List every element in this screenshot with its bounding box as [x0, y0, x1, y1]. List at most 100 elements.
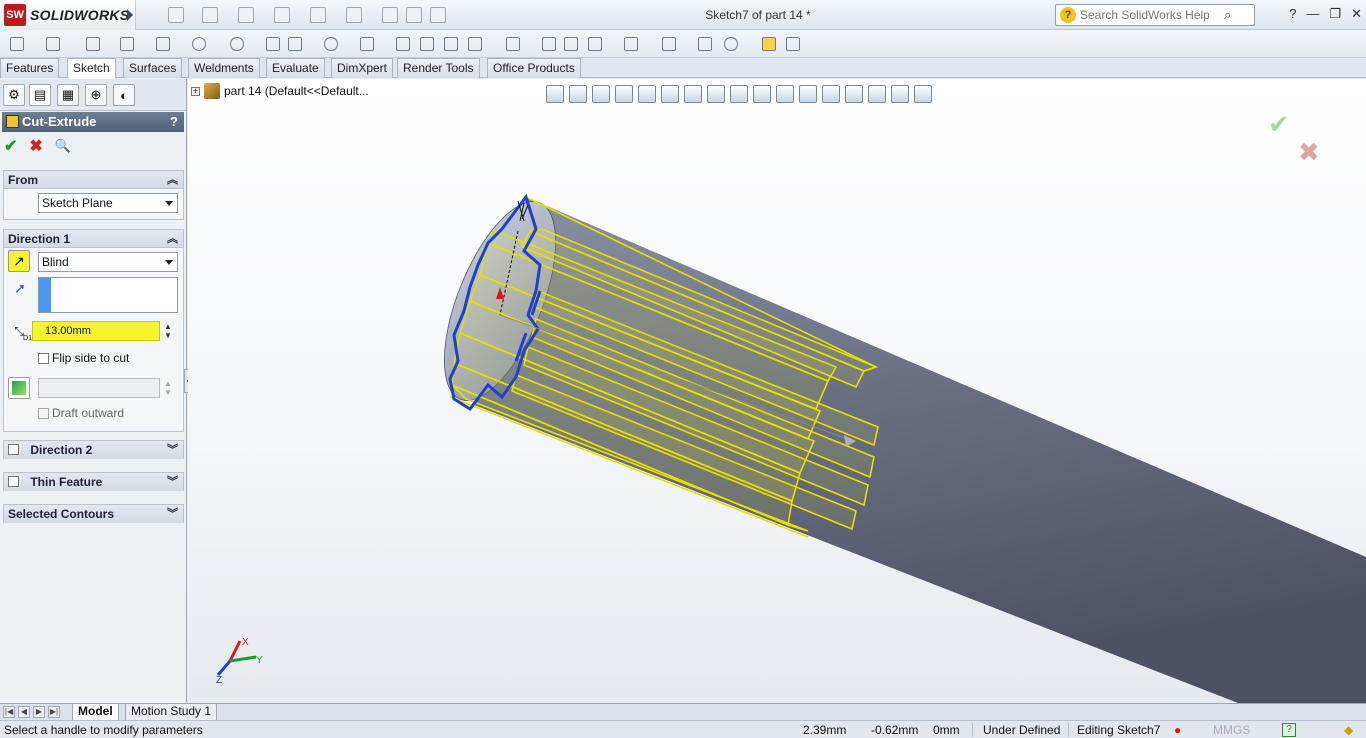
spline-icon[interactable]: [286, 35, 304, 53]
sketch-icon[interactable]: [8, 35, 26, 53]
end-condition-select[interactable]: Blind: [38, 252, 178, 272]
search-input[interactable]: [1080, 8, 1220, 22]
ok-icon[interactable]: ✔: [4, 136, 17, 156]
expand-icon[interactable]: ︾: [167, 505, 178, 523]
undo-icon[interactable]: [310, 7, 326, 23]
arc-icon[interactable]: [228, 35, 246, 53]
line-icon[interactable]: [84, 35, 102, 53]
first-tab-icon[interactable]: |◀: [3, 706, 15, 718]
file-properties-icon[interactable]: [406, 7, 422, 23]
tab-sketch[interactable]: Sketch: [67, 58, 116, 79]
direction1-header[interactable]: Direction 1 ︽: [4, 230, 183, 248]
pm-title: Cut-Extrude: [22, 114, 97, 129]
collapse-icon[interactable]: ︽: [167, 171, 178, 189]
direction2-header[interactable]: Direction 2 ︾: [4, 441, 183, 459]
help-menu-icon[interactable]: ?: [1289, 6, 1296, 22]
solidworks-menu[interactable]: SW SOLIDWORKS: [0, 0, 136, 30]
move-entities-icon[interactable]: [622, 35, 640, 53]
plane-icon[interactable]: [394, 35, 412, 53]
mirror-icon[interactable]: [562, 35, 580, 53]
pm-help-icon[interactable]: ?: [170, 112, 178, 132]
configuration-manager-icon[interactable]: ▦: [57, 84, 79, 106]
options-icon[interactable]: [430, 7, 446, 23]
draft-angle-input[interactable]: [38, 378, 160, 398]
flip-side-checkbox[interactable]: [38, 352, 49, 364]
rebuild-icon[interactable]: [382, 7, 398, 23]
draft-spinner[interactable]: ▲ ▼: [164, 379, 172, 397]
new-document-icon[interactable]: [168, 7, 184, 23]
property-manager-icon[interactable]: ▤: [29, 84, 51, 106]
minimize-icon[interactable]: —: [1306, 6, 1319, 22]
linear-pattern-icon[interactable]: [586, 35, 604, 53]
direction-selection-box[interactable]: [38, 277, 178, 313]
thin-feature-checkbox[interactable]: [8, 476, 19, 487]
rapid-sketch-icon[interactable]: [784, 35, 802, 53]
last-tab-icon[interactable]: ▶|: [48, 706, 60, 718]
prev-tab-icon[interactable]: ◀: [18, 706, 30, 718]
text-icon[interactable]: [418, 35, 436, 53]
selected-contours-header[interactable]: Selected Contours ︾: [4, 505, 183, 523]
direction2-checkbox[interactable]: [8, 444, 19, 455]
smart-dimension-icon[interactable]: [44, 35, 62, 53]
quick-snaps-icon[interactable]: [722, 35, 740, 53]
slot-icon[interactable]: [154, 35, 172, 53]
draft-icon[interactable]: [8, 377, 30, 399]
point-icon[interactable]: [442, 35, 460, 53]
dimxpert-manager-icon[interactable]: ⊕: [85, 84, 107, 106]
model-canvas[interactable]: X Y Z: [188, 79, 1366, 703]
feature-manager-icon[interactable]: ⚙: [3, 84, 25, 106]
convert-entities-icon[interactable]: [504, 35, 522, 53]
search-icon[interactable]: ⌕: [1224, 7, 1231, 23]
detailed-preview-icon[interactable]: 🔍: [55, 138, 71, 154]
instant2d-icon[interactable]: [760, 35, 778, 53]
depth-spinner[interactable]: ▲ ▼: [164, 322, 172, 340]
graphics-area[interactable]: + part 14 (Default<<Default... ▭ ▯ — ❐ ✕…: [188, 79, 1366, 703]
offset-entities-icon[interactable]: [540, 35, 558, 53]
repair-sketch-icon[interactable]: [696, 35, 714, 53]
print-icon[interactable]: [274, 7, 290, 23]
restore-icon[interactable]: ❐: [1329, 6, 1341, 22]
tab-evaluate[interactable]: Evaluate: [266, 58, 325, 78]
ellipse-icon[interactable]: [322, 35, 340, 53]
flip-side-option[interactable]: Flip side to cut: [38, 351, 129, 365]
tab-model[interactable]: Model: [72, 704, 119, 721]
circle-icon[interactable]: [190, 35, 208, 53]
display-relations-icon[interactable]: [660, 35, 678, 53]
tab-office-products[interactable]: Office Products: [487, 58, 581, 78]
cancel-icon[interactable]: ✖: [29, 136, 42, 156]
polygon-icon[interactable]: [264, 35, 282, 53]
select-icon[interactable]: [346, 7, 362, 23]
close-icon[interactable]: ✕: [1351, 6, 1362, 22]
tab-dimxpert[interactable]: DimXpert: [331, 58, 394, 78]
help-bulb-icon: ?: [1060, 7, 1076, 23]
open-icon[interactable]: [202, 7, 218, 23]
rectangle-icon[interactable]: [118, 35, 136, 53]
next-tab-icon[interactable]: ▶: [33, 706, 45, 718]
draft-outward-option[interactable]: Draft outward: [38, 406, 124, 420]
help-search[interactable]: ? ⌕: [1055, 4, 1255, 26]
from-header[interactable]: From ︽: [4, 171, 183, 189]
save-icon[interactable]: [238, 7, 254, 23]
tab-motion-study[interactable]: Motion Study 1: [125, 704, 218, 721]
trim-icon[interactable]: [466, 35, 484, 53]
rebuild-indicator-icon[interactable]: ●: [1174, 723, 1181, 737]
tab-render-tools[interactable]: Render Tools: [397, 58, 480, 78]
expand-icon[interactable]: ︾: [167, 473, 178, 491]
draft-outward-checkbox[interactable]: [38, 407, 49, 419]
expand-icon[interactable]: ︾: [167, 441, 178, 459]
thin-feature-header[interactable]: Thin Feature ︾: [4, 473, 183, 491]
from-select[interactable]: Sketch Plane: [38, 193, 178, 213]
tab-surfaces[interactable]: Surfaces: [123, 58, 183, 78]
tab-features[interactable]: Features: [0, 58, 60, 78]
quick-tips-icon[interactable]: ?: [1282, 723, 1296, 737]
reverse-direction-icon[interactable]: ↗: [8, 250, 30, 272]
unit-system[interactable]: MMGS: [1213, 723, 1250, 737]
tag-icon[interactable]: ◆: [1344, 723, 1353, 737]
tab-weldments[interactable]: Weldments: [188, 58, 260, 78]
depth-input[interactable]: 13.00mm: [32, 321, 160, 341]
collapse-icon[interactable]: ︽: [167, 230, 178, 248]
direction2-label: Direction 2: [30, 443, 93, 457]
display-manager-icon[interactable]: ◐: [113, 84, 135, 106]
fillet-icon[interactable]: [358, 35, 376, 53]
menu-expand-icon[interactable]: [127, 9, 133, 21]
